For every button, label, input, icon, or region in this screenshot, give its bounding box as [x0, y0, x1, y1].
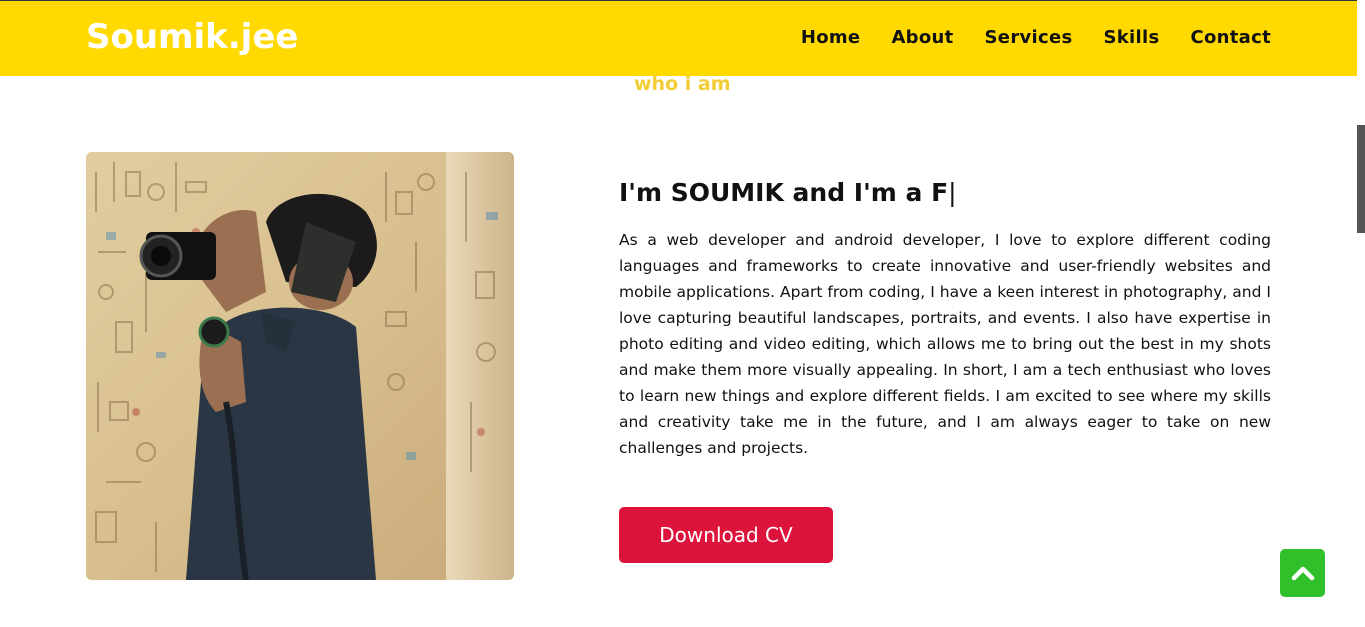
- nav-about[interactable]: About: [891, 27, 953, 48]
- scrollbar-thumb[interactable]: [1357, 125, 1365, 233]
- about-bio: As a web developer and android developer…: [619, 231, 1271, 457]
- nav-home[interactable]: Home: [801, 27, 861, 48]
- scrollbar-track[interactable]: [1357, 0, 1365, 627]
- section-subtitle: who i am: [634, 73, 731, 95]
- nav-skills[interactable]: Skills: [1104, 27, 1160, 48]
- scroll-top-button[interactable]: [1280, 549, 1325, 597]
- nav-services[interactable]: Services: [985, 27, 1073, 48]
- profile-photo: [86, 152, 514, 580]
- about-headline: I'm SOUMIK and I'm a F|: [619, 178, 957, 207]
- navbar: Soumik.jee Home About Services Skills Co…: [0, 0, 1357, 76]
- headline-text: I'm SOUMIK and I'm a F: [619, 178, 949, 207]
- nav-contact[interactable]: Contact: [1190, 27, 1271, 48]
- nav-menu: Home About Services Skills Contact: [801, 27, 1271, 48]
- site-logo[interactable]: Soumik.jee: [86, 17, 298, 57]
- typing-caret: |: [948, 178, 957, 207]
- chevron-up-icon: [1291, 566, 1314, 581]
- download-cv-button[interactable]: Download CV: [619, 507, 833, 563]
